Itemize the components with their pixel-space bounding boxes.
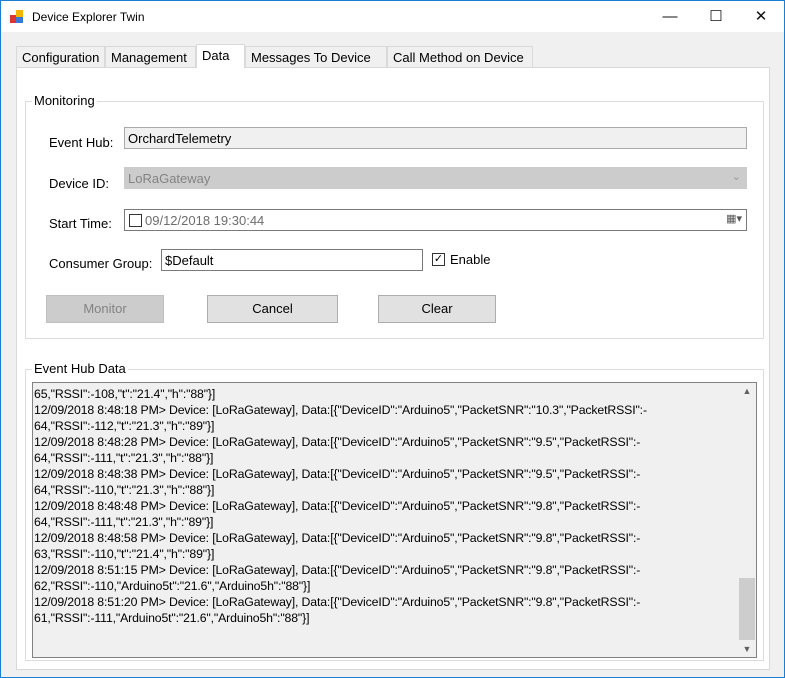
- log-line: 12/09/2018 8:51:20 PM> Device: [LoRaGate…: [34, 595, 641, 609]
- event-hub-data-log[interactable]: 65,"RSSI":-108,"t":"21.4","h":"88"}] 12/0…: [32, 382, 757, 658]
- event-hub-data-title: Event Hub Data: [32, 361, 128, 376]
- event-hub-field[interactable]: OrchardTelemetry: [124, 127, 747, 149]
- tab-messages-to-device[interactable]: Messages To Device: [245, 46, 387, 67]
- start-time-checkbox[interactable]: [129, 214, 142, 227]
- cancel-button[interactable]: Cancel: [207, 295, 338, 323]
- log-line: 12/09/2018 8:48:48 PM> Device: [LoRaGate…: [34, 499, 641, 513]
- window-title: Device Explorer Twin: [32, 10, 145, 24]
- monitor-button[interactable]: Monitor: [46, 295, 164, 323]
- enable-checkbox[interactable]: ✓: [432, 253, 445, 266]
- scroll-up-icon[interactable]: ▲: [738, 386, 756, 396]
- log-line: 12/09/2018 8:48:38 PM> Device: [LoRaGate…: [34, 467, 641, 481]
- log-line: 64,"RSSI":-110,"t":"21.3","h":"88"}]: [34, 483, 215, 497]
- tab-call-method[interactable]: Call Method on Device: [387, 46, 533, 67]
- log-line: 64,"RSSI":-112,"t":"21.3","h":"89"}]: [34, 419, 215, 433]
- tab-data[interactable]: Data: [196, 44, 245, 68]
- log-line: 62,"RSSI":-110,"Arduino5t":"21.6","Ardui…: [34, 579, 311, 593]
- scrollbar-thumb[interactable]: [739, 578, 755, 640]
- device-id-value: LoRaGateway: [128, 171, 211, 186]
- log-line: 12/09/2018 8:51:15 PM> Device: [LoRaGate…: [34, 563, 641, 577]
- tab-management[interactable]: Management: [105, 46, 196, 67]
- consumer-group-input[interactable]: $Default: [161, 249, 423, 271]
- log-line: 12/09/2018 8:48:28 PM> Device: [LoRaGate…: [34, 435, 641, 449]
- log-line: 61,"RSSI":-111,"Arduino5t":"21.6","Ardui…: [34, 611, 310, 625]
- monitoring-group: Monitoring Event Hub: OrchardTelemetry D…: [25, 93, 764, 339]
- device-id-label: Device ID:: [49, 176, 109, 191]
- title-bar: Device Explorer Twin — ☐ ✕: [1, 1, 784, 32]
- consumer-group-label: Consumer Group:: [49, 256, 153, 271]
- clear-button[interactable]: Clear: [378, 295, 496, 323]
- minimize-button[interactable]: —: [647, 1, 693, 32]
- log-line: 64,"RSSI":-111,"t":"21.3","h":"88"}]: [34, 451, 214, 465]
- log-line: 12/09/2018 8:48:58 PM> Device: [LoRaGate…: [34, 531, 641, 545]
- log-line: 12/09/2018 8:48:18 PM> Device: [LoRaGate…: [34, 403, 647, 417]
- start-time-picker[interactable]: 09/12/2018 19:30:44 ▦▾: [124, 209, 747, 231]
- log-line: 65,"RSSI":-108,"t":"21.4","h":"88"}]: [34, 387, 216, 401]
- event-hub-label: Event Hub:: [49, 135, 114, 150]
- log-lines: 65,"RSSI":-108,"t":"21.4","h":"88"}] 12/0…: [34, 386, 647, 626]
- start-time-value: 09/12/2018 19:30:44: [145, 213, 265, 228]
- vertical-scrollbar[interactable]: ▲ ▼: [738, 383, 756, 657]
- maximize-button[interactable]: ☐: [693, 1, 739, 32]
- log-line: 64,"RSSI":-111,"t":"21.3","h":"89"}]: [34, 515, 214, 529]
- chevron-down-icon: ⌄: [731, 171, 741, 183]
- tab-configuration[interactable]: Configuration: [16, 46, 105, 67]
- window: Device Explorer Twin — ☐ ✕ Configuration…: [0, 0, 785, 678]
- scroll-down-icon[interactable]: ▼: [738, 644, 756, 654]
- monitoring-title: Monitoring: [32, 93, 97, 108]
- app-icon: [10, 10, 23, 23]
- device-id-combobox[interactable]: LoRaGateway ⌄: [124, 167, 747, 189]
- close-button[interactable]: ✕: [738, 1, 784, 32]
- calendar-icon[interactable]: ▦▾: [726, 212, 742, 225]
- log-line: 63,"RSSI":-110,"t":"21.4","h":"89"}]: [34, 547, 215, 561]
- enable-label: Enable: [450, 252, 491, 267]
- start-time-label: Start Time:: [49, 216, 112, 231]
